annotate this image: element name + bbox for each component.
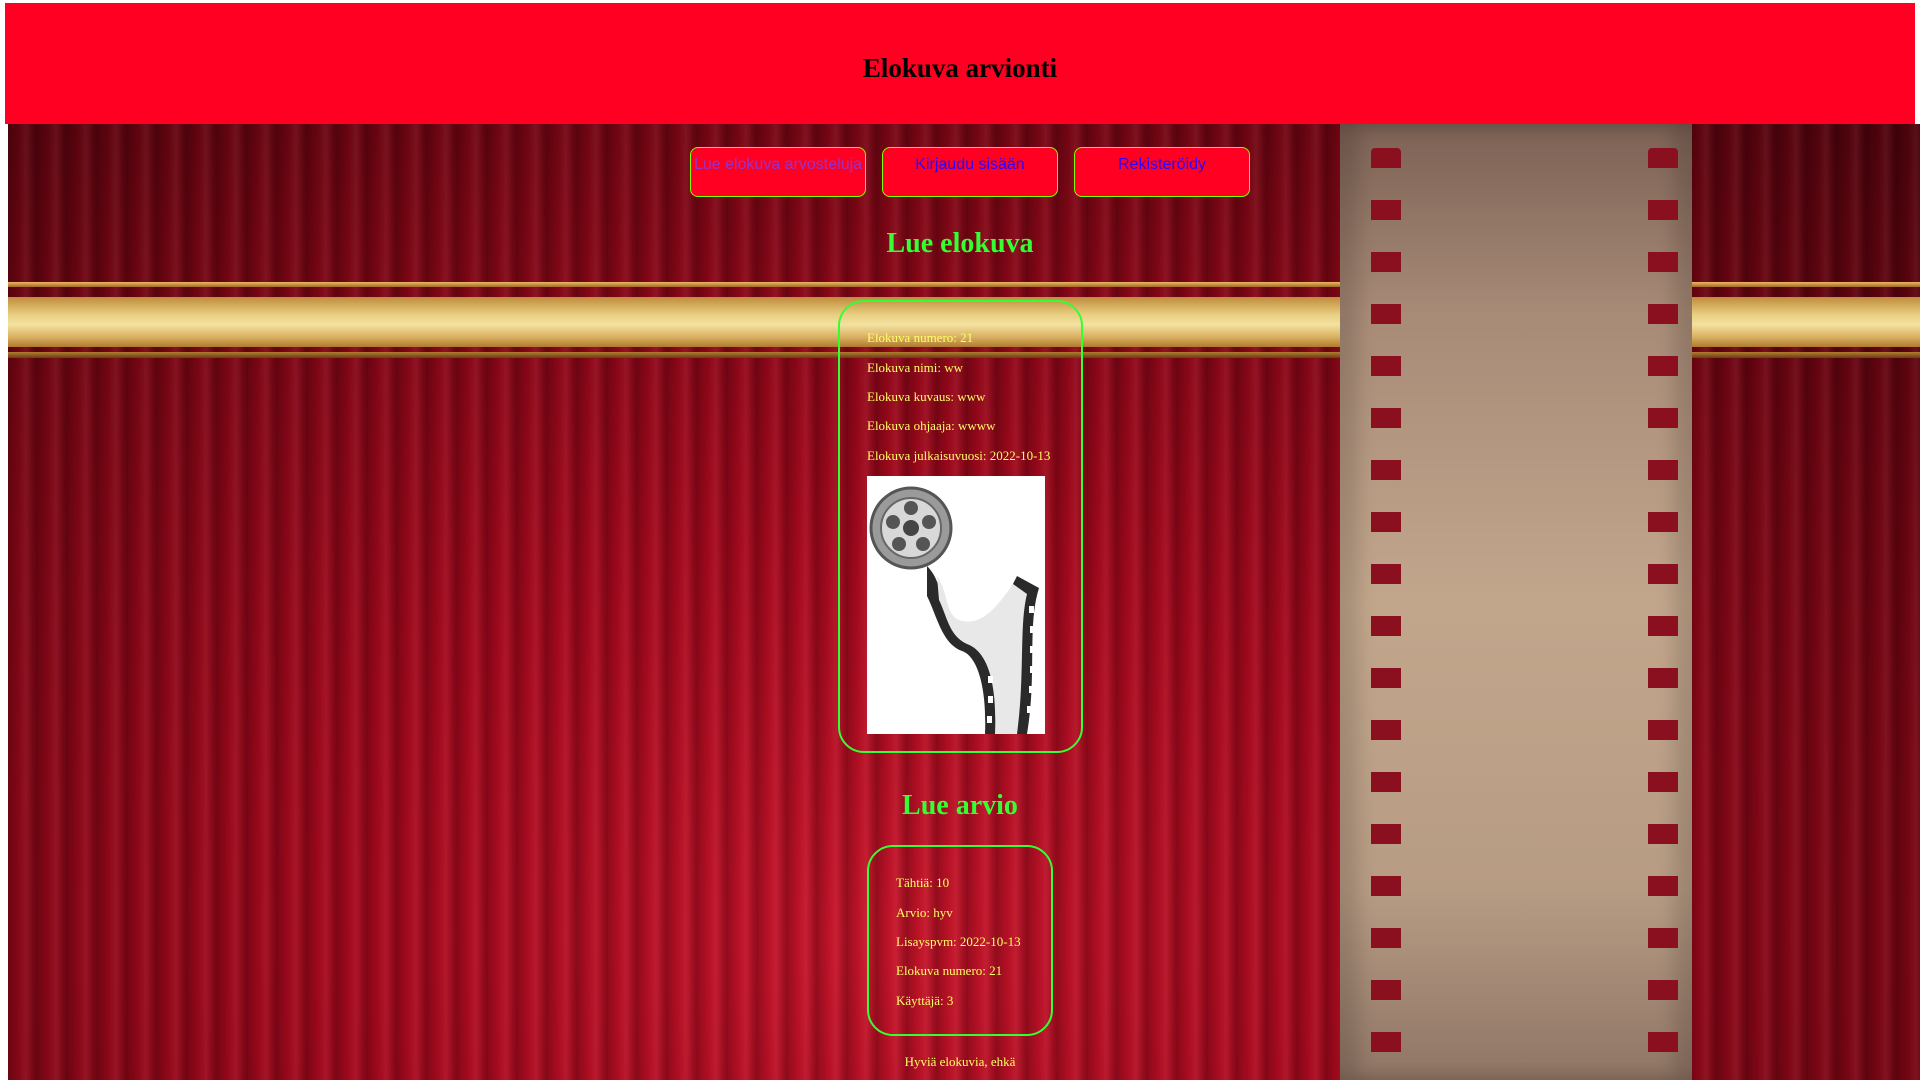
site-title: Elokuva arvionti [862, 53, 1058, 83]
review-stars: Tähtiä: 10 [896, 875, 950, 890]
movie-number: Elokuva numero: 21 [867, 330, 974, 345]
site-header: Elokuva arvionti [5, 3, 1915, 124]
movie-name: Elokuva nimi: ww [867, 360, 964, 375]
review-user: Käyttäjä: 3 [896, 993, 954, 1008]
read-reviews-button[interactable]: Lue elokuva arvosteluja [690, 147, 866, 197]
movie-description: Elokuva kuvaus: www [867, 389, 986, 404]
review-section-title: Lue arvio [902, 790, 1018, 821]
review-text: Arvio: hyv [896, 905, 953, 920]
film-strip-holes-left [1371, 148, 1401, 1080]
register-button[interactable]: Rekisteröidy [1074, 147, 1250, 197]
movie-card: Elokuva numero: 21 Elokuva nimi: ww Elok… [838, 300, 1083, 753]
review-movie-number: Elokuva numero: 21 [896, 963, 1003, 978]
movie-poster [867, 476, 1045, 734]
main-nav: Lue elokuva arvosteluja Kirjaudu sisään … [690, 147, 1250, 197]
film-strip-holes-right [1648, 148, 1678, 1080]
footer-text: Hyviä elokuvia, ehkä [904, 1054, 1016, 1069]
review-added-date: Lisayspvm: 2022-10-13 [896, 934, 1021, 949]
review-card: Tähtiä: 10 Arvio: hyv Lisayspvm: 2022-10… [867, 845, 1053, 1036]
movie-release-year: Elokuva julkaisuvuosi: 2022-10-13 [867, 448, 1051, 463]
login-button[interactable]: Kirjaudu sisään [882, 147, 1058, 197]
movie-section-title: Lue elokuva [886, 228, 1034, 259]
movie-director: Elokuva ohjaaja: wwww [867, 418, 996, 433]
film-reel-icon [869, 486, 1039, 734]
